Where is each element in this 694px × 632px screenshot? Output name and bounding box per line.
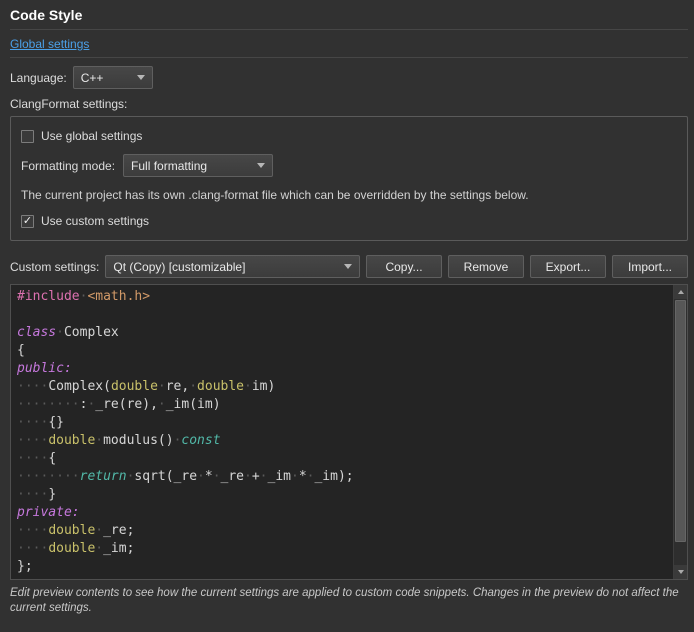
code-style-settings-page: Code Style Global settings Language: C++… (0, 0, 694, 620)
remove-button[interactable]: Remove (448, 255, 524, 278)
checkbox-checked-icon: ✓ (21, 215, 34, 228)
import-button[interactable]: Import... (612, 255, 688, 278)
code-line: { (17, 342, 673, 360)
code-editor-content[interactable]: #include·<math.h> class·Complex{public:·… (11, 285, 673, 579)
code-line: ········return·sqrt(_re·*·_re·+·_im·*·_i… (17, 468, 673, 486)
global-settings-link[interactable]: Global settings (10, 37, 89, 51)
code-line: ········:·_re(re),·_im(im) (17, 396, 673, 414)
arrow-down-icon (678, 570, 684, 574)
code-line: ····double·_im; (17, 540, 673, 558)
language-select-value: C++ (81, 71, 128, 85)
use-global-settings-label: Use global settings (41, 129, 142, 143)
code-line: ····} (17, 486, 673, 504)
chevron-down-icon (257, 163, 265, 168)
code-preview-editor[interactable]: #include·<math.h> class·Complex{public:·… (10, 284, 688, 580)
code-line: ····double·modulus()·const (17, 432, 673, 450)
custom-settings-value: Qt (Copy) [customizable] (113, 260, 335, 274)
formatting-mode-label: Formatting mode: (21, 159, 115, 173)
clangformat-groupbox: Use global settings Formatting mode: Ful… (10, 116, 688, 241)
clangformat-settings-label: ClangFormat settings: (10, 97, 688, 112)
custom-settings-select[interactable]: Qt (Copy) [customizable] (105, 255, 360, 278)
export-button[interactable]: Export... (530, 255, 606, 278)
code-line: ····{ (17, 450, 673, 468)
copy-button[interactable]: Copy... (366, 255, 442, 278)
vertical-scrollbar[interactable] (673, 285, 687, 579)
language-select[interactable]: C++ (73, 66, 153, 89)
page-title: Code Style (10, 7, 688, 23)
scrollbar-up-button[interactable] (674, 285, 687, 299)
language-label: Language: (10, 71, 67, 85)
use-global-settings-checkbox[interactable]: Use global settings (21, 127, 677, 145)
arrow-up-icon (678, 290, 684, 294)
divider (10, 29, 688, 30)
scrollbar-track[interactable] (674, 299, 687, 565)
chevron-down-icon (344, 264, 352, 269)
scrollbar-down-button[interactable] (674, 565, 687, 579)
use-custom-settings-checkbox[interactable]: ✓ Use custom settings (21, 212, 677, 230)
code-line: }; (17, 558, 673, 576)
code-line (17, 306, 673, 324)
code-line: private: (17, 504, 673, 522)
code-line: public: (17, 360, 673, 378)
code-line: class·Complex (17, 324, 673, 342)
clang-format-file-note: The current project has its own .clang-f… (21, 188, 677, 203)
code-line: ····double·_re; (17, 522, 673, 540)
chevron-down-icon (137, 75, 145, 80)
formatting-mode-select[interactable]: Full formatting (123, 154, 273, 177)
code-line: ····{} (17, 414, 673, 432)
custom-settings-label: Custom settings: (10, 260, 99, 274)
divider (10, 57, 688, 58)
checkbox-unchecked-icon (21, 130, 34, 143)
formatting-mode-value: Full formatting (131, 159, 248, 173)
footer-note: Edit preview contents to see how the cur… (10, 586, 688, 616)
code-line: ····Complex(double·re,·double·im) (17, 378, 673, 396)
scrollbar-thumb[interactable] (675, 300, 686, 542)
use-custom-settings-label: Use custom settings (41, 214, 149, 228)
code-line: #include·<math.h> (17, 288, 673, 306)
